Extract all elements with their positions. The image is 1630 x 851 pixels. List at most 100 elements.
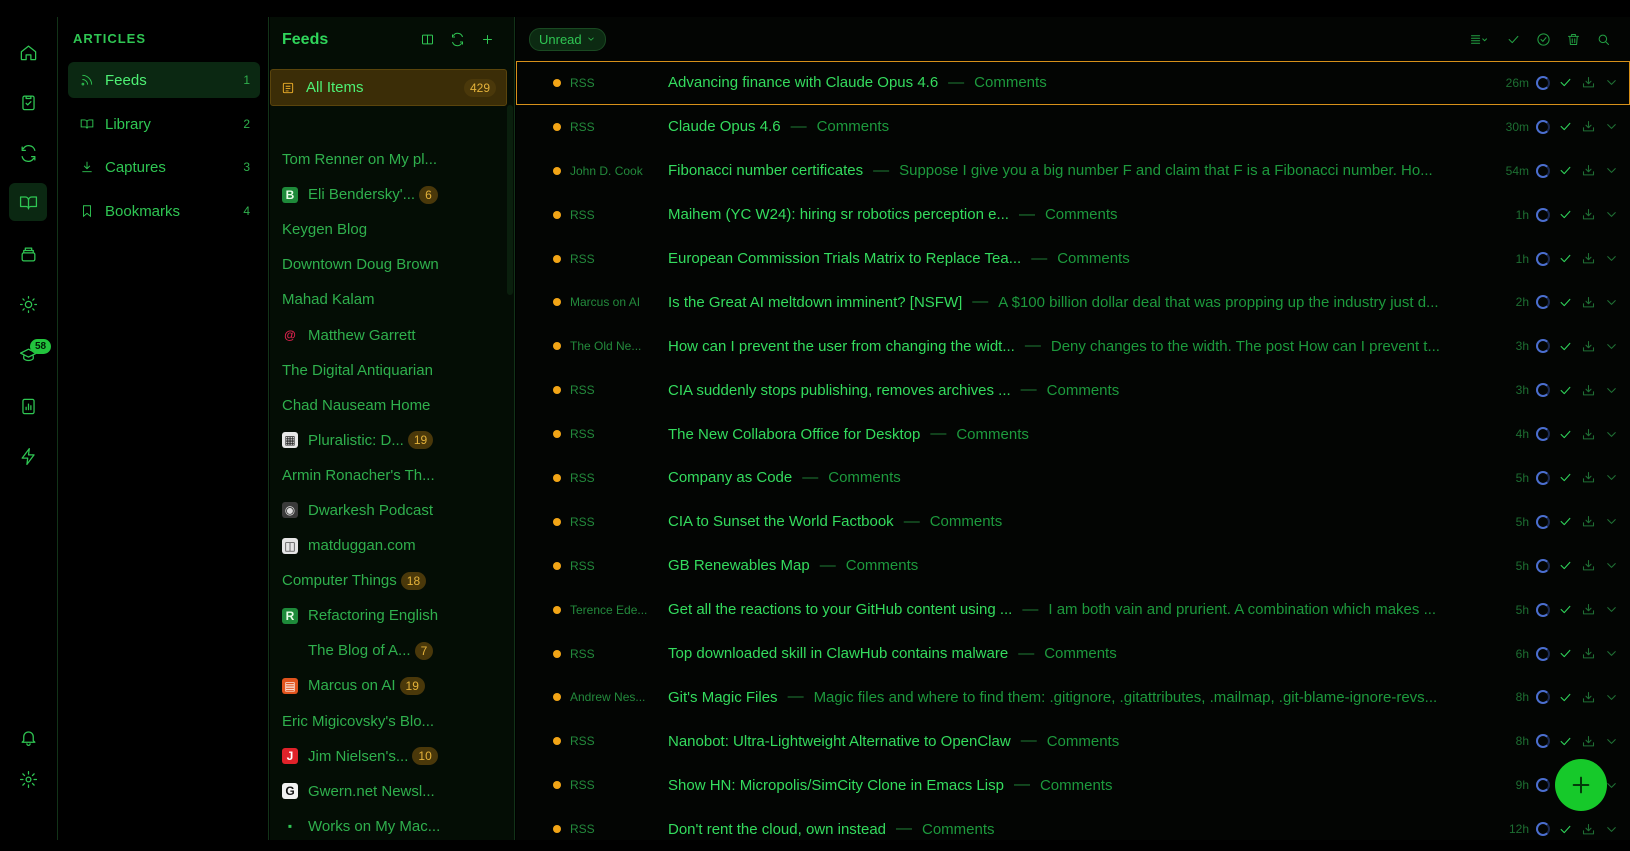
article-title[interactable]: Advancing finance with Claude Opus 4.6 — [668, 74, 938, 91]
feed-item[interactable]: @ Matthew Garrett — [270, 317, 507, 352]
feed-item[interactable]: Keygen Blog — [270, 212, 507, 247]
add-fab-button[interactable] — [1555, 759, 1607, 811]
mark-read-icon[interactable] — [1558, 514, 1573, 529]
article-title[interactable]: Is the Great AI meltdown imminent? [NSFW… — [668, 294, 962, 311]
mark-read-icon[interactable] — [1558, 734, 1573, 749]
save-to-library-icon[interactable] — [1581, 119, 1596, 134]
feeds-scrollbar[interactable] — [507, 105, 513, 295]
mark-read-icon[interactable] — [1558, 119, 1573, 134]
expand-chevron-icon[interactable] — [1604, 75, 1619, 90]
mark-read-icon[interactable] — [1558, 558, 1573, 573]
sync-icon[interactable] — [13, 138, 43, 168]
article-subtitle[interactable]: Comments — [1044, 645, 1483, 662]
view-mode-list-icon[interactable] — [1460, 27, 1498, 51]
save-to-library-icon[interactable] — [1581, 514, 1596, 529]
article-row[interactable]: RSS Show HN: Micropolis/SimCity Clone in … — [516, 763, 1630, 807]
feed-item[interactable]: ▪ Works on My Mac... — [270, 809, 507, 844]
save-to-library-icon[interactable] — [1581, 383, 1596, 398]
book-open-icon[interactable] — [9, 183, 47, 221]
lightbulb-icon[interactable] — [13, 289, 43, 319]
save-to-library-icon[interactable] — [1581, 251, 1596, 266]
feed-item[interactable]: ◉ Dwarkesh Podcast — [270, 493, 507, 528]
article-row[interactable]: RSS Claude Opus 4.6 — Comments 30m — [516, 105, 1630, 149]
article-title[interactable]: Company as Code — [668, 469, 792, 486]
expand-chevron-icon[interactable] — [1604, 470, 1619, 485]
article-title[interactable]: Don't rent the cloud, own instead — [668, 821, 886, 838]
article-title[interactable]: Show HN: Micropolis/SimCity Clone in Ema… — [668, 777, 1004, 794]
feed-item[interactable]: ◫ matduggan.com — [270, 528, 507, 563]
save-to-library-icon[interactable] — [1581, 163, 1596, 178]
article-row[interactable]: Andrew Nes... Git's Magic Files — Magic fil… — [516, 675, 1630, 719]
expand-chevron-icon[interactable] — [1604, 734, 1619, 749]
article-subtitle[interactable]: Comments — [1047, 733, 1483, 750]
mark-read-icon[interactable] — [1558, 427, 1573, 442]
expand-chevron-icon[interactable] — [1604, 119, 1619, 134]
article-row[interactable]: RSS Don't rent the cloud, own instead — Com… — [516, 807, 1630, 851]
save-to-library-icon[interactable] — [1581, 427, 1596, 442]
save-to-library-icon[interactable] — [1581, 339, 1596, 354]
report-icon[interactable] — [13, 391, 43, 421]
expand-chevron-icon[interactable] — [1604, 339, 1619, 354]
feed-item[interactable]: R Refactoring English — [270, 598, 507, 633]
feed-item[interactable]: ▤ Marcus on AI 19 — [270, 668, 507, 703]
mark-all-read-icon[interactable] — [1528, 27, 1558, 51]
feed-item[interactable]: Chad Nauseam Home — [270, 388, 507, 423]
clipboard-check-icon[interactable] — [13, 87, 43, 117]
sidebar-item-bookmarks[interactable]: Bookmarks 4 — [68, 193, 260, 229]
save-to-library-icon[interactable] — [1581, 295, 1596, 310]
sidebar-item-captures[interactable]: Captures 3 — [68, 149, 260, 185]
sidebar-item-feeds[interactable]: Feeds 1 — [68, 62, 260, 98]
expand-chevron-icon[interactable] — [1604, 251, 1619, 266]
mark-read-icon[interactable] — [1558, 602, 1573, 617]
article-title[interactable]: Nanobot: Ultra-Lightweight Alternative t… — [668, 733, 1011, 750]
article-title[interactable]: Top downloaded skill in ClawHub contains… — [668, 645, 1008, 662]
expand-chevron-icon[interactable] — [1604, 163, 1619, 178]
article-subtitle[interactable]: Comments — [1047, 382, 1483, 399]
save-to-library-icon[interactable] — [1581, 822, 1596, 837]
article-title[interactable]: GB Renewables Map — [668, 557, 810, 574]
article-title[interactable]: Maihem (YC W24): hiring sr robotics perc… — [668, 206, 1009, 223]
article-subtitle[interactable]: Comments — [1045, 206, 1483, 223]
mark-read-icon[interactable] — [1558, 207, 1573, 222]
mark-read-icon[interactable] — [1558, 251, 1573, 266]
unread-filter-dropdown[interactable]: Unread — [529, 27, 606, 51]
save-to-library-icon[interactable] — [1581, 690, 1596, 705]
article-title[interactable]: Fibonacci number certificates — [668, 162, 863, 179]
article-title[interactable]: Claude Opus 4.6 — [668, 118, 781, 135]
article-subtitle[interactable]: Comments — [817, 118, 1483, 135]
article-title[interactable]: Get all the reactions to your GitHub con… — [668, 601, 1012, 618]
home-icon[interactable] — [13, 37, 43, 67]
expand-chevron-icon[interactable] — [1604, 822, 1619, 837]
mark-read-icon[interactable] — [1558, 383, 1573, 398]
article-subtitle[interactable]: Comments — [846, 557, 1483, 574]
all-items-button[interactable]: All Items 429 — [270, 69, 507, 106]
article-row[interactable]: RSS European Commission Trials Matrix to … — [516, 237, 1630, 281]
article-row[interactable]: RSS Nanobot: Ultra-Lightweight Alternativ… — [516, 719, 1630, 763]
feed-item[interactable]: The Blog of A... 7 — [270, 633, 507, 668]
feed-item[interactable]: G Gwern.net Newsl... — [270, 774, 507, 809]
expand-chevron-icon[interactable] — [1604, 295, 1619, 310]
mark-read-icon[interactable] — [1558, 690, 1573, 705]
expand-chevron-icon[interactable] — [1604, 383, 1619, 398]
trash-icon[interactable] — [1558, 27, 1588, 51]
feed-item[interactable]: Tom Renner on My pl... — [270, 142, 507, 177]
save-to-library-icon[interactable] — [1581, 734, 1596, 749]
save-to-library-icon[interactable] — [1581, 207, 1596, 222]
article-row[interactable]: RSS Maihem (YC W24): hiring sr robotics p… — [516, 193, 1630, 237]
mark-read-icon[interactable] — [1558, 822, 1573, 837]
feed-item[interactable]: Armin Ronacher's Th... — [270, 458, 507, 493]
article-row[interactable]: RSS CIA suddenly stops publishing, remove… — [516, 368, 1630, 412]
feed-item[interactable]: Downtown Doug Brown — [270, 247, 507, 282]
expand-chevron-icon[interactable] — [1604, 690, 1619, 705]
save-to-library-icon[interactable] — [1581, 558, 1596, 573]
save-to-library-icon[interactable] — [1581, 75, 1596, 90]
refresh-icon[interactable] — [442, 28, 472, 52]
article-row[interactable]: RSS The New Collabora Office for Desktop —… — [516, 412, 1630, 456]
article-subtitle[interactable]: Comments — [922, 821, 1483, 838]
article-row[interactable]: Marcus on AI Is the Great AI meltdown imm… — [516, 280, 1630, 324]
article-row[interactable]: The Old Ne... How can I prevent the user … — [516, 324, 1630, 368]
expand-chevron-icon[interactable] — [1604, 602, 1619, 617]
mark-read-icon[interactable] — [1558, 163, 1573, 178]
expand-chevron-icon[interactable] — [1604, 514, 1619, 529]
article-title[interactable]: Git's Magic Files — [668, 689, 778, 706]
